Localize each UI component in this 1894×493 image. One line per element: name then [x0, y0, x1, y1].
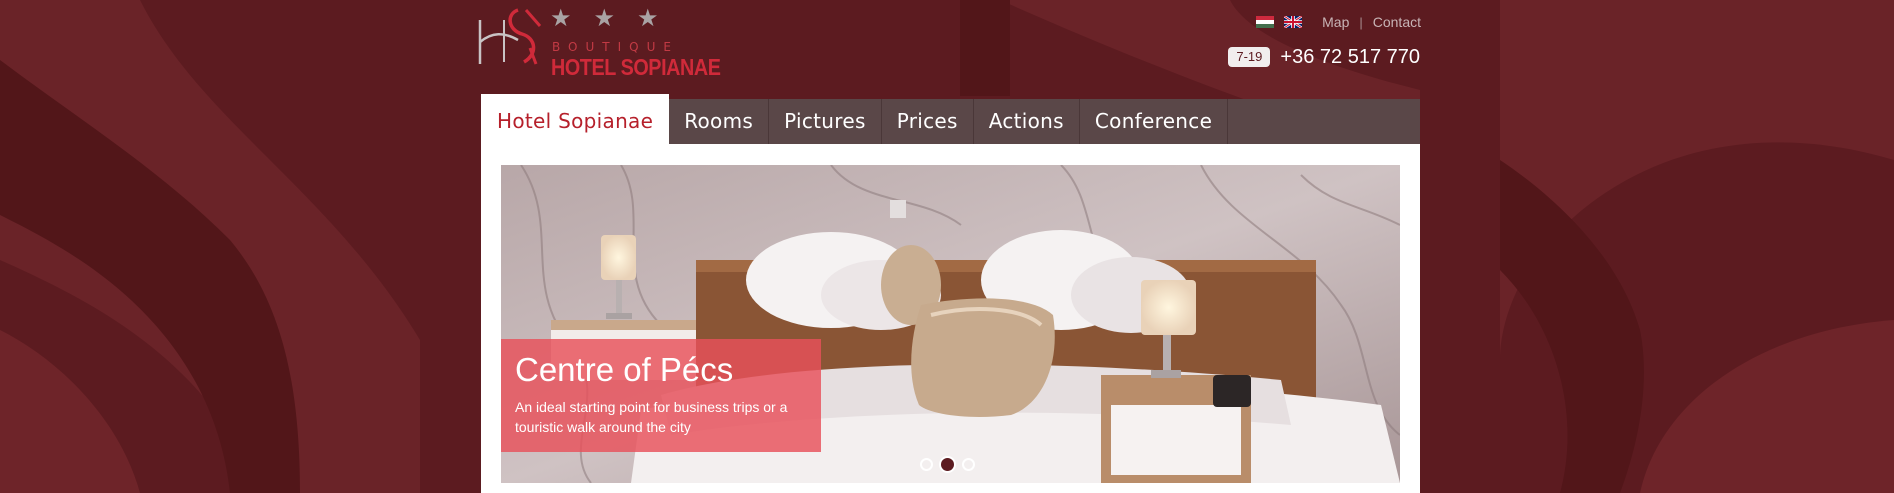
- main-navigation: Hotel Sopianae Rooms Pictures Prices Act…: [481, 94, 1420, 144]
- nav-item-hotel-sopianae[interactable]: Hotel Sopianae: [481, 94, 670, 144]
- nav-item-pictures[interactable]: Pictures: [769, 99, 882, 144]
- slider-pagination: [920, 456, 975, 473]
- nav-item-prices[interactable]: Prices: [882, 99, 974, 144]
- slider-dot-1[interactable]: [920, 458, 933, 471]
- logo-hotel-name: HOTEL SOPIANAE: [551, 54, 721, 80]
- slide-caption-title: Centre of Pécs: [515, 351, 734, 388]
- slider-dot-3[interactable]: [962, 458, 975, 471]
- phone-number[interactable]: +36 72 517 770: [1280, 46, 1420, 68]
- contact-link[interactable]: Contact: [1373, 14, 1421, 30]
- star-icon: ★: [593, 4, 616, 32]
- nav-item-actions[interactable]: Actions: [974, 99, 1080, 144]
- slide-caption: Centre of Pécs An ideal starting point f…: [501, 339, 821, 452]
- opening-hours-badge: 7-19: [1228, 47, 1271, 67]
- star-icon: ★: [550, 4, 572, 32]
- slide-caption-text: An ideal starting point for business tri…: [515, 399, 788, 435]
- uk-flag-icon[interactable]: [1284, 16, 1303, 28]
- phone-row: 7-19 +36 72 517 770: [1228, 46, 1420, 68]
- slider-dot-2[interactable]: [939, 456, 956, 473]
- logo-boutique-text: BOUTIQUE: [552, 40, 679, 54]
- top-links: Map | Contact: [1252, 14, 1421, 30]
- hotel-star-rating: ★ ★ ★: [550, 6, 659, 30]
- star-icon: ★: [637, 4, 659, 32]
- map-link[interactable]: Map: [1322, 14, 1349, 30]
- hungarian-flag-icon[interactable]: [1256, 16, 1275, 28]
- nav-item-rooms[interactable]: Rooms: [669, 99, 770, 144]
- site-header: ★ ★ ★ BOUTIQUE HOTEL SOPIANAE Map | Cont…: [0, 0, 1894, 96]
- nav-item-conference[interactable]: Conference: [1080, 99, 1229, 144]
- link-separator: |: [1359, 14, 1363, 30]
